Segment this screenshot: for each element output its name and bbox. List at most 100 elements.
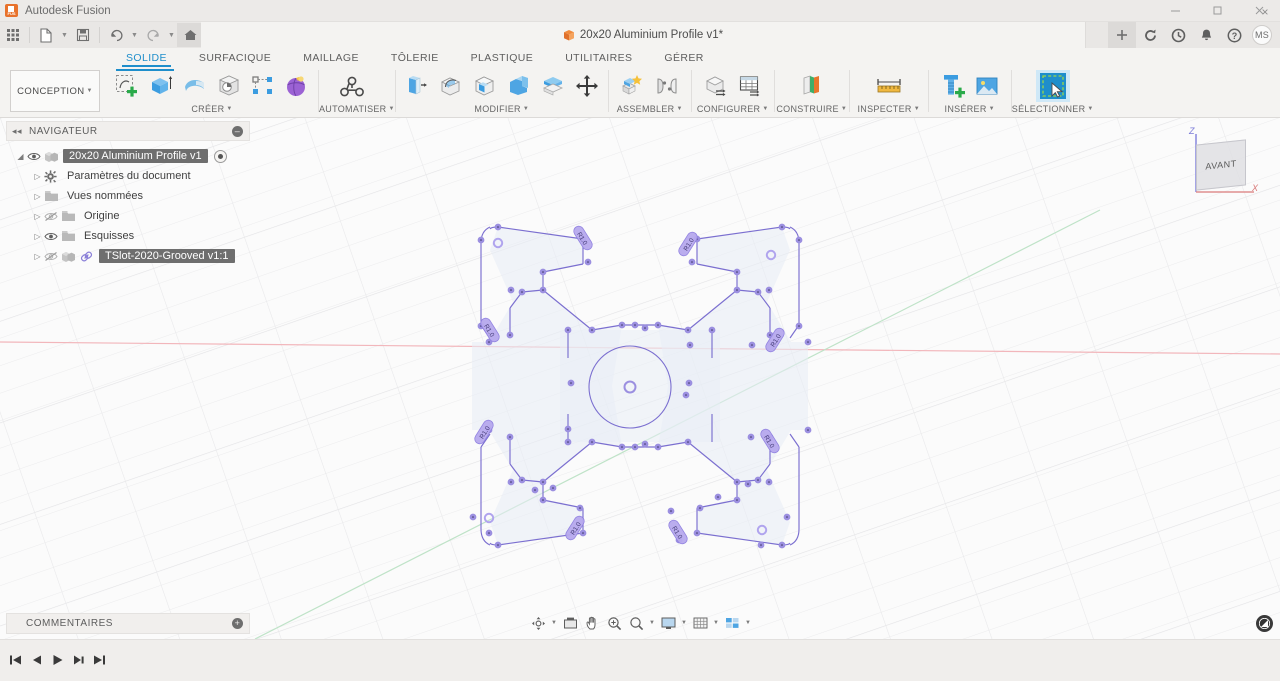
fillet-icon[interactable] (434, 70, 468, 102)
expand-arrow-icon[interactable]: ▷ (31, 252, 44, 261)
timeline-step-forward-button[interactable] (68, 649, 89, 670)
activate-component-radio[interactable] (213, 149, 227, 163)
measure-icon[interactable] (872, 70, 906, 102)
configuration-icon[interactable] (699, 70, 733, 102)
recent-activity-icon[interactable] (1164, 22, 1192, 48)
new-file-dropdown-caret-icon[interactable]: ▼ (59, 23, 70, 47)
app-grid-icon[interactable] (0, 23, 26, 47)
ribbon-panel-label-configurer[interactable]: CONFIGURER ▼ (692, 103, 774, 117)
expand-arrow-icon[interactable]: ▷ (31, 212, 44, 221)
ribbon-panel-label-selectionner[interactable]: SÉLECTIONNER ▼ (1012, 103, 1094, 117)
viewport-layout-dropdown-caret-icon[interactable]: ▼ (743, 613, 753, 634)
ribbon-panel-label-automatiser[interactable]: AUTOMATISER ▼ (319, 103, 395, 117)
viewport-layout-icon[interactable] (721, 613, 743, 634)
tree-label-sketches[interactable]: Esquisses (80, 230, 138, 242)
fit-icon[interactable] (625, 613, 647, 634)
visibility-eye-hidden-icon[interactable] (44, 251, 61, 262)
new-file-icon[interactable] (33, 23, 59, 47)
user-avatar[interactable]: MS (1252, 25, 1272, 45)
tree-label-document-settings[interactable]: Paramètres du document (63, 170, 195, 182)
view-cube[interactable]: AVANT Z X (1182, 126, 1262, 202)
browser-options-icon[interactable]: – (232, 125, 243, 137)
split-face-icon[interactable] (536, 70, 570, 102)
move-copy-icon[interactable] (570, 70, 604, 102)
ribbon-panel-label-modifier[interactable]: MODIFIER ▼ (396, 103, 608, 117)
expand-arrow-icon[interactable]: ▷ (31, 232, 44, 241)
collapse-panel-icon[interactable]: ◂◂ (12, 126, 22, 137)
orbit-icon[interactable] (527, 613, 549, 634)
ribbon-tab-solide[interactable]: SOLIDE (110, 52, 183, 67)
ribbon-tab-surfacique[interactable]: SURFACIQUE (183, 52, 287, 67)
fit-dropdown-caret-icon[interactable]: ▼ (647, 613, 657, 634)
expand-arrow-icon[interactable]: ▷ (31, 192, 44, 201)
timeline-play-button[interactable] (47, 649, 68, 670)
visibility-eye-hidden-icon[interactable] (44, 211, 61, 222)
minimize-button[interactable] (1154, 0, 1196, 22)
comments-panel[interactable]: COMMENTAIRES + (6, 613, 250, 634)
ribbon-tab-gerer[interactable]: GÉRER (648, 52, 719, 67)
expand-arrow-icon[interactable]: ▷ (31, 172, 44, 181)
tree-label-tslot-component[interactable]: TSlot-2020-Grooved v1:1 (99, 249, 235, 263)
ribbon-panel-label-inserer[interactable]: INSÉRER ▼ (929, 103, 1011, 117)
zoom-icon[interactable] (603, 613, 625, 634)
maximize-button[interactable] (1196, 0, 1238, 22)
configuration-table-icon[interactable] (733, 70, 767, 102)
redo-icon[interactable] (140, 23, 166, 47)
tree-row-origin[interactable]: ▷ Origine (0, 206, 256, 226)
press-pull-icon[interactable] (400, 70, 434, 102)
ribbon-tab-tolerie[interactable]: TÔLERIE (375, 52, 455, 67)
extrude-icon[interactable] (144, 70, 178, 102)
shell-icon[interactable] (468, 70, 502, 102)
hole-icon[interactable] (212, 70, 246, 102)
tree-label-root[interactable]: 20x20 Aluminium Profile v1 (63, 149, 208, 163)
combine-icon[interactable] (502, 70, 536, 102)
joint-icon[interactable] (650, 70, 684, 102)
workspace-switcher-button[interactable]: CONCEPTION ▼ (10, 70, 100, 112)
revolve-icon[interactable] (178, 70, 212, 102)
visibility-eye-icon[interactable] (27, 151, 44, 162)
look-at-icon[interactable] (559, 613, 581, 634)
construct-plane-icon[interactable] (795, 70, 829, 102)
sync-status-icon[interactable] (1136, 22, 1164, 48)
timeline-step-back-button[interactable] (26, 649, 47, 670)
tree-label-origin[interactable]: Origine (80, 210, 123, 222)
save-icon[interactable] (70, 23, 96, 47)
notifications-bell-icon[interactable] (1192, 22, 1220, 48)
automate-icon[interactable] (335, 70, 369, 102)
form-icon[interactable] (280, 70, 314, 102)
select-icon[interactable] (1035, 70, 1070, 102)
visibility-eye-icon[interactable] (44, 231, 61, 242)
tree-label-named-views[interactable]: Vues nommées (63, 190, 147, 202)
close-document-tab-button[interactable]: × (1258, 6, 1272, 20)
tree-row-named-views[interactable]: ▷ Vues nommées (0, 186, 256, 206)
add-comment-icon[interactable]: + (232, 618, 243, 629)
tree-row-document-settings[interactable]: ▷ Paramètres du document (0, 166, 256, 186)
view-home-icon[interactable] (1256, 615, 1273, 632)
ribbon-panel-label-assembler[interactable]: ASSEMBLER ▼ (609, 103, 691, 117)
home-icon[interactable] (177, 23, 203, 47)
new-component-icon[interactable] (616, 70, 650, 102)
ribbon-tab-utilitaires[interactable]: UTILITAIRES (549, 52, 648, 67)
redo-dropdown-caret-icon[interactable]: ▼ (166, 23, 177, 47)
expand-arrow-icon[interactable]: ◢ (14, 152, 27, 161)
rectangular-pattern-icon[interactable] (246, 70, 280, 102)
grid-snap-dropdown-caret-icon[interactable]: ▼ (711, 613, 721, 634)
insert-mcmaster-icon[interactable] (936, 70, 970, 102)
orbit-dropdown-caret-icon[interactable]: ▼ (549, 613, 559, 634)
tree-row-root[interactable]: ◢ 20x20 Aluminium Profile v1 (0, 146, 256, 166)
display-settings-dropdown-caret-icon[interactable]: ▼ (679, 613, 689, 634)
new-tab-button[interactable] (1108, 22, 1136, 48)
pan-icon[interactable] (581, 613, 603, 634)
display-settings-icon[interactable] (657, 613, 679, 634)
undo-icon[interactable] (103, 23, 129, 47)
insert-image-icon[interactable] (970, 70, 1004, 102)
document-tab[interactable]: 20x20 Aluminium Profile v1* (201, 22, 1086, 48)
view-cube-front-face[interactable]: AVANT (1196, 139, 1246, 191)
tree-row-tslot-component[interactable]: ▷ TSlot-2020-Grooved v1:1 (0, 246, 256, 266)
tree-row-sketches[interactable]: ▷ Esquisses (0, 226, 256, 246)
grid-snap-icon[interactable] (689, 613, 711, 634)
ribbon-panel-label-construire[interactable]: CONSTRUIRE ▼ (775, 103, 849, 117)
ribbon-tab-plastique[interactable]: PLASTIQUE (455, 52, 550, 67)
ribbon-panel-label-creer[interactable]: CRÉER ▼ (106, 103, 318, 117)
timeline-go-end-button[interactable] (89, 649, 110, 670)
